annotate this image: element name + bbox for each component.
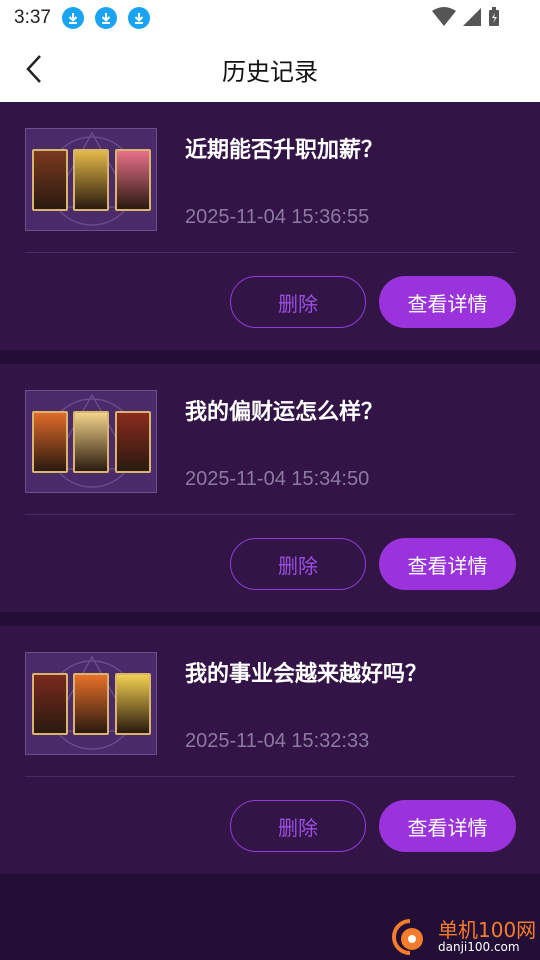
tarot-spread-thumbnail[interactable] <box>25 390 157 493</box>
delete-button[interactable]: 删除 <box>230 800 366 852</box>
page-title: 历史记录 <box>222 57 318 86</box>
battery-icon <box>488 7 500 31</box>
tarot-card-thumbnail <box>32 149 68 211</box>
tarot-card-thumbnail <box>32 673 68 735</box>
history-card: 我的事业会越来越好吗？ 2025-11-04 15:32:33 删除 查看详情 <box>0 626 540 874</box>
watermark-url: danji100.com <box>438 940 520 954</box>
status-time: 3:37 <box>14 7 51 28</box>
tarot-card-thumbnail <box>115 149 151 211</box>
record-timestamp: 2025-11-04 15:36:55 <box>185 206 370 228</box>
wifi-icon <box>432 7 456 31</box>
chevron-left-icon <box>26 55 41 83</box>
tarot-card-thumbnail <box>115 411 151 473</box>
status-bar: 3:37 <box>0 0 540 36</box>
history-card: 我的偏财运怎么样？ 2025-11-04 15:34:50 删除 查看详情 <box>0 364 540 612</box>
history-card: 近期能否升职加薪？ 2025-11-04 15:36:55 删除 查看详情 <box>0 102 540 350</box>
delete-button[interactable]: 删除 <box>230 276 366 328</box>
tarot-spread-thumbnail[interactable] <box>25 128 157 231</box>
divider <box>25 252 515 253</box>
watermark-name: 单机100网 <box>438 918 537 942</box>
tarot-card-thumbnail <box>115 673 151 735</box>
view-detail-button[interactable]: 查看详情 <box>379 538 516 590</box>
header-bar: 历史记录 <box>0 36 540 102</box>
view-detail-button[interactable]: 查看详情 <box>379 276 516 328</box>
back-button[interactable] <box>18 53 50 85</box>
view-detail-button[interactable]: 查看详情 <box>379 800 516 852</box>
watermark: 单机100网 danji100.com <box>388 914 540 960</box>
divider <box>25 514 515 515</box>
tarot-card-thumbnail <box>73 411 109 473</box>
tarot-spread-thumbnail[interactable] <box>25 652 157 755</box>
record-timestamp: 2025-11-04 15:32:33 <box>185 730 370 752</box>
tarot-card-thumbnail <box>73 149 109 211</box>
download-icon <box>94 7 117 29</box>
divider <box>25 776 515 777</box>
record-timestamp: 2025-11-04 15:34:50 <box>185 468 370 490</box>
tarot-card-thumbnail <box>32 411 68 473</box>
record-question: 我的事业会越来越好吗？ <box>185 662 428 687</box>
download-icon <box>127 7 150 29</box>
record-question: 我的偏财运怎么样？ <box>185 400 384 425</box>
watermark-logo-icon <box>392 919 423 955</box>
delete-button[interactable]: 删除 <box>230 538 366 590</box>
tarot-card-thumbnail <box>73 673 109 735</box>
signal-icon <box>462 7 482 31</box>
download-icon <box>61 7 84 29</box>
record-question: 近期能否升职加薪？ <box>185 138 384 163</box>
